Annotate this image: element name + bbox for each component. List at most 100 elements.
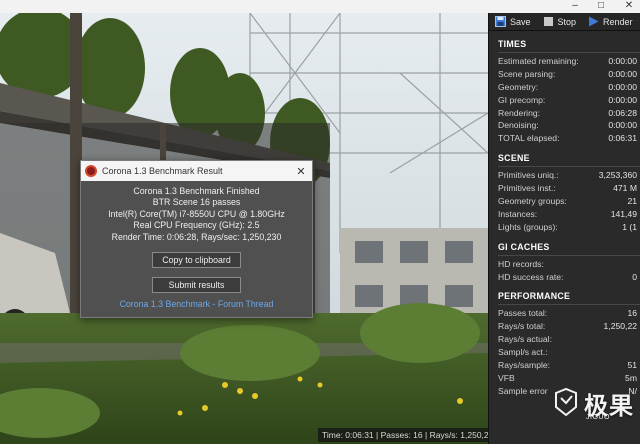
section-heading: SCENE [498, 153, 530, 164]
save-label: Save [510, 16, 531, 27]
stat-row: Estimated remaining: 0:00:00 [498, 55, 640, 68]
stat-row: Rays/s total: 1,250,22 [498, 320, 640, 333]
stat-label: Scene parsing: [498, 68, 556, 79]
result-line: Intel(R) Core(TM) i7-8550U CPU @ 1.80GHz [108, 208, 285, 219]
stat-value: 0:06:28 [608, 107, 637, 118]
section-heading: TIMES [498, 39, 527, 49]
stats-sections: TIMES Estimated remaining: 0:00:00 Scene pa… [489, 37, 640, 398]
stop-label: Stop [557, 16, 577, 27]
section-divider [498, 254, 640, 256]
stat-value: 0:00:00 [608, 56, 637, 66]
render-button[interactable]: Render [586, 13, 635, 31]
stat-value: 1 (1 [622, 221, 637, 232]
stat-value: 471 M [613, 183, 637, 194]
section-divider [498, 304, 640, 306]
stat-row: Passes total: 16 [498, 307, 640, 320]
stat-label: TOTAL elapsed: [498, 133, 560, 144]
result-line: BTR Scene 16 passes [152, 197, 241, 208]
stat-value: 1,250,22 [603, 321, 637, 332]
stat-label: Denoising: [498, 120, 539, 131]
stat-row: Denoising: 0:00:00 [498, 119, 640, 132]
stat-row: Rays/sample: 51 [498, 359, 640, 372]
stat-row: Rendering: 0:06:28 [498, 107, 640, 120]
stat-label: Geometry groups: [498, 196, 567, 207]
stat-value: 0:00:00 [608, 120, 637, 131]
stat-label: Passes total: [498, 308, 548, 319]
stat-label: Lights (groups): [498, 221, 558, 232]
stats-panel: Save Stop Render TIMES Estimated remainin… [488, 13, 640, 444]
stat-label: HD records: [498, 258, 544, 269]
dialog-body: Corona 1.3 Benchmark Finished BTR Scene … [81, 181, 312, 310]
section-heading: GI CACHES [498, 241, 550, 252]
maximize-button[interactable]: □ [592, 0, 610, 13]
result-line: Real CPU Frequency (GHz): 2.5 [133, 220, 260, 231]
copy-to-clipboard-button[interactable]: Copy to clipboard [152, 252, 241, 269]
play-icon [588, 16, 599, 27]
section-divider [498, 166, 640, 168]
stat-value: 0:00:00 [608, 94, 637, 105]
stat-label: Rays/sample: [498, 360, 551, 371]
stat-row: Scene parsing: 0:00:00 [498, 68, 640, 81]
stat-label: Rays/s actual: [498, 334, 552, 345]
stat-label: Primitives uniq.: [498, 170, 559, 181]
stat-label: Sampl/s act.: [498, 347, 548, 358]
stat-row: Primitives uniq.: 3,253,360 [498, 169, 640, 182]
save-button[interactable]: Save [493, 13, 533, 31]
stat-value: 0:06:31 [608, 133, 637, 144]
stat-label: Primitives inst.: [498, 183, 556, 194]
stat-value: 5m [625, 372, 637, 383]
window-titlebar: – □ ✕ [0, 0, 640, 13]
stats-section-scene: SCENE Primitives uniq.: 3,253,360 Primitive… [489, 151, 640, 233]
stat-row: GI precomp: 0:00:00 [498, 94, 640, 107]
stat-label: HD success rate: [498, 271, 564, 282]
stat-value: 21 [627, 196, 637, 207]
stat-value: 0 [632, 271, 637, 282]
benchmark-result-dialog[interactable]: Corona 1.3 Benchmark Result ✕ Corona 1.3… [80, 160, 313, 318]
stop-button[interactable]: Stop [541, 13, 579, 31]
close-window-button[interactable]: ✕ [620, 0, 638, 13]
stats-section-performance: PERFORMANCE Passes total: 16 Rays/s total: 1… [489, 289, 640, 397]
watermark-subtext: JIGUO [586, 414, 610, 421]
stat-value: 3,253,360 [598, 170, 637, 181]
stat-label: Sample error [498, 385, 548, 396]
stat-row: Lights (groups): 1 (1 [498, 221, 640, 234]
stats-section-times: TIMES Estimated remaining: 0:00:00 Scene pa… [489, 37, 640, 145]
submit-results-button[interactable]: Submit results [152, 277, 241, 294]
stat-label: Rendering: [498, 107, 541, 118]
result-line: Render Time: 0:06:28, Rays/sec: 1,250,23… [111, 231, 282, 242]
stat-label: Geometry: [498, 81, 539, 92]
dialog-close-icon[interactable]: ✕ [290, 165, 312, 178]
stat-label: Estimated remaining: [498, 56, 579, 66]
section-divider [498, 52, 640, 53]
stat-row: TOTAL elapsed: 0:06:31 [498, 132, 640, 145]
stat-row: HD success rate: 0 [498, 271, 640, 284]
minimize-button[interactable]: – [566, 0, 584, 13]
section-heading: PERFORMANCE [498, 291, 571, 302]
stats-section-gi-caches: GI CACHES HD records: HD success rate: 0 [489, 240, 640, 284]
stop-icon [543, 16, 554, 27]
result-line: Corona 1.3 Benchmark Finished [133, 186, 260, 196]
stat-row: HD records: [498, 258, 640, 271]
forum-thread-link[interactable]: Corona 1.3 Benchmark - Forum Thread [81, 299, 312, 310]
stat-row: Sampl/s act.: [498, 346, 640, 359]
render-label: Render [603, 16, 633, 27]
stat-row: VFB 5m [498, 372, 640, 385]
stat-row: Instances: 141,49 [498, 208, 640, 221]
stat-label: VFB [498, 372, 515, 383]
stat-value: 51 [627, 360, 637, 371]
stat-label: GI precomp: [498, 94, 546, 105]
stat-value: 141,49 [610, 208, 637, 219]
stat-row: Rays/s actual: [498, 333, 640, 346]
corona-logo-icon [85, 165, 97, 177]
stat-label: Instances: [498, 208, 538, 219]
stat-value: 16 [627, 308, 637, 319]
stat-row: Primitives inst.: 471 M [498, 182, 640, 195]
vfb-toolbar: Save Stop Render [489, 13, 640, 31]
stat-value: 0:00:00 [608, 81, 637, 92]
stat-row: Geometry: 0:00:00 [498, 81, 640, 94]
dialog-title: Corona 1.3 Benchmark Result [102, 166, 223, 176]
stat-row: Geometry groups: 21 [498, 195, 640, 208]
dialog-titlebar[interactable]: Corona 1.3 Benchmark Result ✕ [81, 161, 312, 181]
render-status-bar: Time: 0:06:31 | Passes: 16 | Rays/s: 1,2… [318, 428, 498, 442]
floppy-disk-icon [495, 16, 506, 27]
